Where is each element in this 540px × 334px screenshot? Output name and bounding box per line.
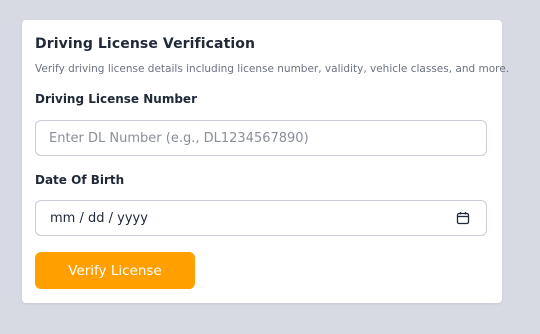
date-of-birth-label: Date Of Birth xyxy=(35,173,125,187)
verification-card: Driving License Verification Verify driv… xyxy=(22,20,509,303)
card-subtitle: Verify driving license details including… xyxy=(35,63,510,75)
dl-number-placeholder: Enter DL Number (e.g., DL1234567890) xyxy=(49,131,309,146)
calendar-icon[interactable] xyxy=(456,211,470,225)
verify-license-button[interactable]: Verify License xyxy=(35,252,195,289)
dl-number-input[interactable]: Enter DL Number (e.g., DL1234567890) xyxy=(35,120,487,156)
card-title: Driving License Verification xyxy=(35,36,256,52)
date-of-birth-input[interactable]: mm / dd / yyyy xyxy=(35,200,487,236)
dl-number-label: Driving License Number xyxy=(35,92,197,106)
date-of-birth-value: mm / dd / yyyy xyxy=(50,211,148,226)
